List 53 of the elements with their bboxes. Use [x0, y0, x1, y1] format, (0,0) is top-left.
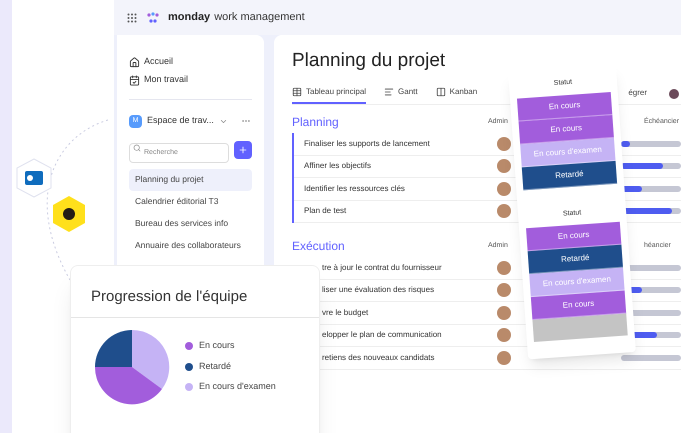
- avatar: [669, 89, 679, 99]
- hexagon-app-icon: [15, 158, 53, 198]
- home-icon: [129, 56, 140, 68]
- legend-label: Retardé: [199, 360, 232, 373]
- hexagon-app-icon: [51, 195, 87, 233]
- avatar: [497, 306, 511, 320]
- view-tab[interactable]: Tableau principal: [292, 86, 366, 104]
- search-icon: [133, 144, 141, 152]
- avatar: [497, 260, 511, 275]
- view-tab[interactable]: Kanban: [436, 86, 478, 104]
- dots-logo-icon: [146, 12, 160, 24]
- status-option[interactable]: En cours: [526, 222, 622, 252]
- task-cell-text: vre le budget: [321, 306, 370, 319]
- columns-icon: [436, 87, 446, 97]
- group-title: Exécution: [292, 238, 346, 255]
- avatar: [497, 136, 511, 151]
- avatar: [497, 283, 511, 298]
- lines-icon: [384, 87, 394, 97]
- board-title: Planning du projet: [292, 49, 446, 73]
- avatar: [497, 328, 511, 342]
- brand-name: monday: [168, 10, 210, 26]
- integrate-label[interactable]: égrer: [628, 87, 647, 104]
- nav-item[interactable]: Mon travail: [129, 71, 252, 89]
- calendar-check-icon: [129, 74, 140, 86]
- workspace-name[interactable]: Espace de trav...: [147, 114, 214, 128]
- product-name: work management: [214, 10, 305, 26]
- nav-item[interactable]: Accueil: [129, 53, 252, 71]
- board-link[interactable]: Bureau des services info: [129, 212, 252, 234]
- avatar: [497, 159, 511, 174]
- legend-label: En cours: [199, 339, 235, 352]
- board-link[interactable]: Calendrier éditorial T3: [129, 190, 252, 212]
- task-cell-text: Finaliser les supports de lancement: [303, 138, 431, 150]
- avatar: [497, 182, 511, 196]
- legend-label: En cours d'examen: [199, 380, 276, 394]
- card-title: Progression de l'équipe: [71, 266, 319, 318]
- status-option[interactable]: En cours: [516, 92, 612, 121]
- avatar: [497, 204, 511, 218]
- avatar: [497, 350, 511, 365]
- board-link[interactable]: Planning du projet: [129, 168, 252, 190]
- table-icon: [292, 87, 302, 97]
- apps-grid-icon[interactable]: [126, 12, 138, 24]
- task-cell-text: Plan de test: [303, 205, 348, 218]
- task-cell-text: Affiner les objectifs: [303, 160, 372, 172]
- task-cell-text: elopper le plan de communication: [321, 329, 443, 342]
- view-tab[interactable]: Gantt: [384, 86, 418, 104]
- task-cell-text: Identifier les ressources clés: [303, 182, 406, 195]
- plus-icon: [238, 145, 248, 156]
- task-cell-text: liser une évaluation des risques: [321, 284, 436, 296]
- task-cell-text: tre à jour le contrat du fournisseur: [321, 262, 443, 274]
- task-cell-text: retiens des nouveaux candidats: [321, 352, 436, 364]
- add-button[interactable]: [234, 141, 252, 160]
- group-title: Planning: [292, 114, 340, 131]
- board-link[interactable]: Annuaire des collaborateurs: [129, 234, 252, 256]
